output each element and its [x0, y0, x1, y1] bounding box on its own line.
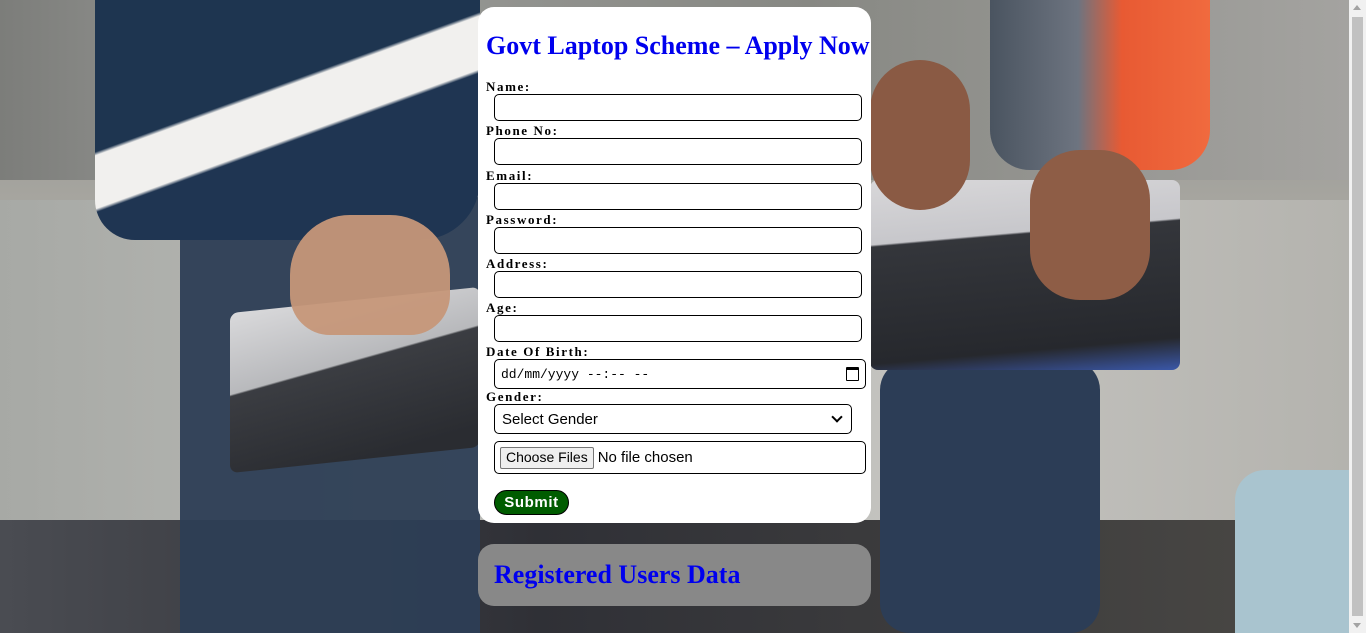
application-form: Govt Laptop Scheme – Apply Now Name: Pho… [478, 7, 871, 523]
file-input[interactable]: Choose Files No file chosen [494, 441, 866, 474]
password-input[interactable] [494, 227, 862, 254]
name-label: Name: [486, 79, 531, 94]
vertical-scrollbar[interactable] [1349, 0, 1366, 633]
dob-placeholder: dd/mm/yyyy --:-- -- [501, 366, 650, 382]
password-label: Password: [486, 212, 559, 227]
phone-label: Phone No: [486, 123, 559, 138]
file-status: No file chosen [597, 449, 693, 466]
gender-select[interactable]: Select Gender [494, 404, 852, 434]
age-input[interactable] [494, 315, 862, 342]
choose-files-button[interactable]: Choose Files [500, 446, 594, 469]
dob-label: Date Of Birth: [486, 344, 590, 359]
email-label: Email: [486, 168, 534, 183]
registered-users-section: Registered Users Data [478, 544, 871, 606]
gender-label: Gender: [486, 389, 544, 404]
address-label: Address: [486, 256, 549, 271]
registered-users-title: Registered Users Data [494, 560, 741, 589]
dob-input[interactable]: dd/mm/yyyy --:-- -- [494, 359, 866, 389]
form-title: Govt Laptop Scheme – Apply Now [486, 31, 870, 60]
chevron-down-icon [831, 411, 843, 423]
phone-input[interactable] [494, 138, 862, 165]
email-input[interactable] [494, 183, 862, 210]
submit-button[interactable]: Submit [494, 490, 569, 515]
name-input[interactable] [494, 94, 862, 121]
address-input[interactable] [494, 271, 862, 298]
scroll-up-arrow-icon[interactable] [1353, 5, 1361, 10]
age-label: Age: [486, 300, 519, 315]
scroll-down-arrow-icon[interactable] [1353, 623, 1361, 628]
scrollbar-thumb[interactable] [1352, 17, 1363, 616]
calendar-icon[interactable] [846, 367, 859, 381]
gender-selected-value: Select Gender [502, 410, 598, 428]
